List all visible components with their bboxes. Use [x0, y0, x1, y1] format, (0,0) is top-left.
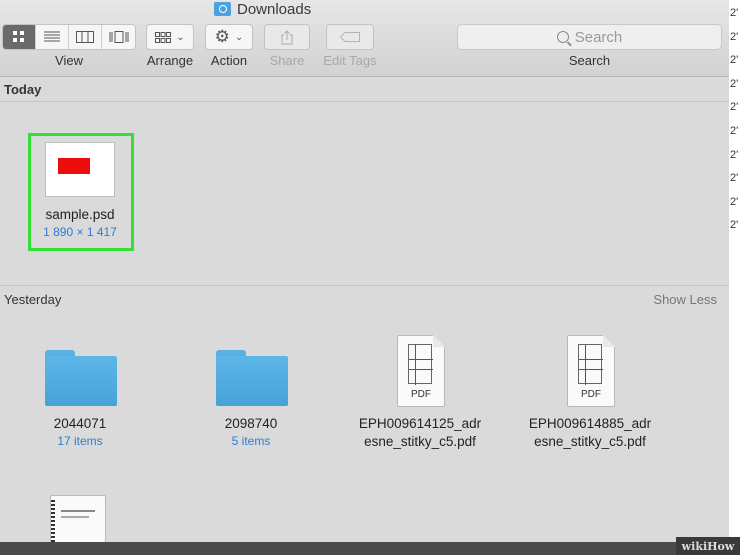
icon-view-button[interactable] [3, 25, 36, 49]
arrange-label: Arrange [146, 53, 194, 68]
list-view-button[interactable] [36, 25, 69, 49]
file-item-pdf-1[interactable]: EPH009614125_adr esne_stitky_c5.pdf [345, 415, 495, 451]
background-text: 2' [730, 219, 739, 232]
background-text: 2' [730, 54, 739, 67]
cover-flow-icon [109, 31, 128, 43]
search-field[interactable]: Search [457, 24, 722, 50]
file-dimensions: 1 890 × 1 417 [43, 225, 117, 239]
file-name-line1: EPH009614125_adr [358, 416, 482, 431]
chevron-down-icon: ⌄ [234, 31, 244, 43]
downloads-folder-icon [214, 2, 231, 16]
file-name-line1: EPH009614885_adr [528, 416, 652, 431]
background-window-strip: 2' 2' 2' 2' 2' 2' 2' 2' 2' 2' [729, 0, 740, 542]
columns-icon [76, 31, 94, 43]
arrange-grid-icon [155, 31, 172, 43]
search-icon [556, 31, 569, 43]
window-title: Downloads [214, 0, 311, 18]
chevron-down-icon: ⌄ [176, 31, 185, 43]
arrange-button[interactable]: ⌄ [146, 24, 194, 50]
edit-tags-label: Edit Tags [323, 53, 377, 68]
share-label: Share [269, 53, 305, 68]
share-icon [281, 29, 293, 45]
pdf-icon[interactable]: PDF [567, 335, 615, 407]
list-icon [44, 31, 60, 42]
pdf-badge: PDF [581, 389, 601, 400]
folder-item-2044071[interactable]: 2044071 17 items [5, 415, 155, 449]
toolbar: Downloads View ⌄ Arrange ⚙ ⌄ Action Shar… [0, 0, 729, 77]
folder-item-2098740[interactable]: 2098740 5 items [176, 415, 326, 449]
section-title-today: Today [4, 81, 42, 97]
background-text: 2' [730, 7, 739, 19]
window-title-text: Downloads [237, 0, 312, 18]
file-item-sample-psd[interactable]: sample.psd 1 890 × 1 417 [5, 206, 155, 240]
red-rectangle [58, 158, 90, 174]
folder-icon[interactable] [216, 350, 288, 406]
file-name-line2: esne_stitky_c5.pdf [534, 434, 646, 449]
action-label: Action [210, 53, 248, 68]
pdf-badge: PDF [411, 389, 431, 400]
document-thumbnail-icon[interactable] [50, 495, 106, 542]
background-text: 2' [730, 148, 739, 161]
wikihow-watermark: wikiHow [676, 537, 740, 555]
file-name-line2: esne_stitky_c5.pdf [364, 434, 476, 449]
background-text: 2' [730, 30, 739, 43]
edit-tags-button[interactable] [326, 24, 374, 50]
pdf-icon[interactable]: PDF [397, 335, 445, 407]
background-text: 2' [730, 124, 739, 137]
section-divider [0, 101, 729, 102]
column-view-button[interactable] [69, 25, 102, 49]
file-name: sample.psd [45, 207, 115, 222]
folder-count: 17 items [57, 434, 103, 448]
search-placeholder: Search [574, 28, 623, 46]
section-header-today: Today [0, 77, 729, 101]
action-button[interactable]: ⚙ ⌄ [205, 24, 253, 50]
background-text: 2' [730, 77, 739, 90]
finder-window: Downloads View ⌄ Arrange ⚙ ⌄ Action Shar… [0, 0, 729, 542]
icon-grid-icon [13, 31, 24, 42]
folder-name: 2044071 [53, 416, 107, 431]
search-label: Search [568, 53, 611, 68]
section-header-yesterday: Yesterday Show Less [0, 287, 729, 311]
view-label: View [55, 53, 83, 68]
folder-name: 2098740 [224, 416, 278, 431]
background-text: 2' [730, 101, 739, 114]
cover-flow-button[interactable] [102, 25, 135, 49]
share-button[interactable] [264, 24, 310, 50]
background-text: 2' [730, 195, 739, 208]
section-title-yesterday: Yesterday [4, 291, 62, 307]
psd-thumbnail[interactable] [45, 142, 115, 197]
file-item-pdf-2[interactable]: EPH009614885_adr esne_stitky_c5.pdf [515, 415, 665, 451]
folder-count: 5 items [231, 434, 271, 448]
section-divider [0, 285, 729, 286]
folder-icon[interactable] [45, 350, 117, 406]
background-text: 2' [730, 172, 739, 185]
tag-icon [340, 32, 360, 42]
show-less-button[interactable]: Show Less [653, 292, 717, 307]
gear-icon: ⚙ [214, 27, 230, 46]
view-mode-selector [2, 24, 136, 50]
